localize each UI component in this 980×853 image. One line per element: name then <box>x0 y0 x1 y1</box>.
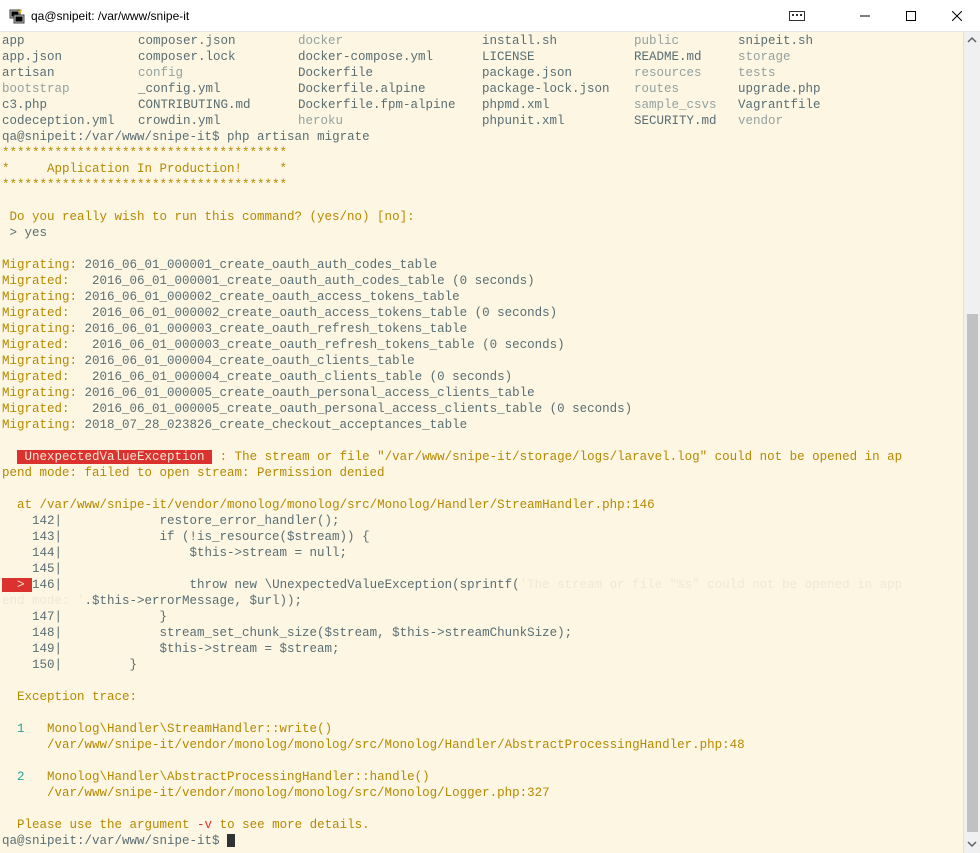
vertical-scrollbar[interactable] <box>963 32 980 853</box>
scrollbar-thumb[interactable] <box>967 314 978 832</box>
ls-entry: crowdin.yml <box>138 114 221 128</box>
ls-entry: vendor <box>738 114 784 128</box>
code-line: 144| $this->stream = null; <box>2 546 348 560</box>
confirm-question: Do you really wish to run this command? … <box>2 210 415 224</box>
maximize-button[interactable] <box>888 0 934 32</box>
ls-entry: docker-compose.yml <box>298 50 434 64</box>
ls-entry: app <box>2 34 25 48</box>
ls-entry: snipeit.sh <box>738 34 814 48</box>
migration-line: Migrating: 2016_06_01_000005_create_oaut… <box>2 386 535 400</box>
ls-entry: routes <box>634 82 680 96</box>
error-location: at /var/www/snipe-it/vendor/monolog/mono… <box>2 498 655 512</box>
code-line: 145| <box>2 562 63 576</box>
migration-line: Migrating: 2018_07_28_023826_create_chec… <box>2 418 468 432</box>
error-message-continued: pend mode: failed to open stream: Permis… <box>2 466 385 480</box>
ls-entry: README.md <box>634 50 702 64</box>
migration-line: Migrated: 2016_06_01_000005_create_oauth… <box>2 402 633 416</box>
ls-entry: codeception.yml <box>2 114 115 128</box>
verbose-hint: Please use the argument -v to see more d… <box>2 818 370 832</box>
migration-line: Migrating: 2016_06_01_000003_create_oaut… <box>2 322 468 336</box>
production-banner-line: ************************************** <box>2 146 288 160</box>
ls-entry: phpunit.xml <box>482 114 565 128</box>
trace-frame: 1 Monolog\Handler\StreamHandler::write() <box>2 722 333 736</box>
migration-line: Migrated: 2016_06_01_000001_create_oauth… <box>2 274 535 288</box>
code-line-highlighted: > 146| throw new \UnexpectedValueExcepti… <box>2 578 903 592</box>
keyboard-icon <box>789 11 805 21</box>
exception-trace-title: Exception trace: <box>2 690 138 704</box>
minimize-icon <box>860 15 870 17</box>
command-text: php artisan migrate <box>219 130 370 144</box>
code-line: 149| $this->stream = $stream; <box>2 642 340 656</box>
close-icon <box>952 11 962 21</box>
command-line: qa@snipeit:/var/www/snipe-it$ php artisa… <box>2 129 370 145</box>
window-title: qa@snipeit: /var/www/snipe-it <box>31 9 190 23</box>
ls-entry: heroku <box>298 114 344 128</box>
scroll-up-arrow-icon[interactable] <box>964 32 980 48</box>
migration-line: Migrated: 2016_06_01_000004_create_oauth… <box>2 370 513 384</box>
ls-entry: config <box>138 66 184 80</box>
putty-terminal-icon <box>9 9 25 24</box>
migration-line: Migrating: 2016_06_01_000004_create_oaut… <box>2 354 415 368</box>
ls-entry: bootstrap <box>2 82 70 96</box>
ls-entry: Dockerfile <box>298 66 374 80</box>
code-line: 142| restore_error_handler(); <box>2 514 340 528</box>
code-line-wrapped: end mode: '.$this->errorMessage, $url)); <box>2 594 303 608</box>
ls-entry: Dockerfile.fpm-alpine <box>298 98 456 112</box>
keyboard-layout-button[interactable] <box>774 0 820 32</box>
ls-entry: Vagrantfile <box>738 98 821 112</box>
terminal-cursor <box>227 834 236 848</box>
code-line: 150| } <box>2 658 138 672</box>
production-banner-line: ************************************** <box>2 178 288 192</box>
shell-prompt: qa@snipeit:/var/www/snipe-it$ <box>2 130 220 144</box>
ls-entry: sample_csvs <box>634 98 717 112</box>
ls-entry: storage <box>738 50 791 64</box>
code-line: 143| if (!is_resource($stream)) { <box>2 530 370 544</box>
ls-entry: install.sh <box>482 34 558 48</box>
ls-entry: resources <box>634 66 702 80</box>
ls-entry: public <box>634 34 680 48</box>
migration-line: Migrating: 2016_06_01_000002_create_oaut… <box>2 290 460 304</box>
confirm-answer: > yes <box>2 226 48 240</box>
ls-entry: app.json <box>2 50 63 64</box>
final-prompt-line[interactable]: qa@snipeit:/var/www/snipe-it$ <box>2 833 236 849</box>
ls-entry: LICENSE <box>482 50 535 64</box>
ls-entry: _config.yml <box>138 82 221 96</box>
migration-line: Migrated: 2016_06_01_000002_create_oauth… <box>2 306 558 320</box>
migration-line: Migrated: 2016_06_01_000003_create_oauth… <box>2 338 565 352</box>
ls-entry: SECURITY.md <box>634 114 717 128</box>
scroll-down-arrow-icon[interactable] <box>964 836 980 852</box>
ls-entry: c3.php <box>2 98 48 112</box>
ls-entry: CONTRIBUTING.md <box>138 98 251 112</box>
ls-entry: docker <box>298 34 344 48</box>
ls-entry: Dockerfile.alpine <box>298 82 426 96</box>
maximize-icon <box>906 11 916 21</box>
trace-frame-path: /var/www/snipe-it/vendor/monolog/monolog… <box>2 786 550 800</box>
window-titlebar[interactable]: qa@snipeit: /var/www/snipe-it <box>0 0 980 32</box>
ls-entry: upgrade.php <box>738 82 821 96</box>
error-file-path: /var/www/snipe-it/vendor/monolog/monolog… <box>39 498 625 512</box>
ls-entry: composer.json <box>138 34 236 48</box>
trace-frame-path: /var/www/snipe-it/vendor/monolog/monolog… <box>2 738 745 752</box>
ls-entry: tests <box>738 66 776 80</box>
ls-entry: package.json <box>482 66 573 80</box>
trace-frame: 2 Monolog\Handler\AbstractProcessingHand… <box>2 770 430 784</box>
minimize-button[interactable] <box>842 0 888 32</box>
error-message-line: UnexpectedValueException : The stream or… <box>2 449 902 465</box>
production-banner-line: * Application In Production! * <box>2 162 288 176</box>
error-message: : The stream or file "/var/www/snipe-it/… <box>212 450 903 464</box>
ls-entry: artisan <box>2 66 55 80</box>
shell-prompt: qa@snipeit:/var/www/snipe-it$ <box>2 834 228 848</box>
ls-entry: phpmd.xml <box>482 98 550 112</box>
code-line: 148| stream_set_chunk_size($stream, $thi… <box>2 626 573 640</box>
exception-badge: UnexpectedValueException <box>17 450 213 464</box>
close-button[interactable] <box>934 0 980 32</box>
migration-line: Migrating: 2016_06_01_000001_create_oaut… <box>2 258 438 272</box>
ls-entry: package-lock.json <box>482 82 610 96</box>
error-line-marker: > <box>2 578 33 592</box>
ls-entry: composer.lock <box>138 50 236 64</box>
code-line: 147| } <box>2 610 168 624</box>
terminal-output[interactable]: app composer.json docker install.sh publ… <box>0 32 963 853</box>
